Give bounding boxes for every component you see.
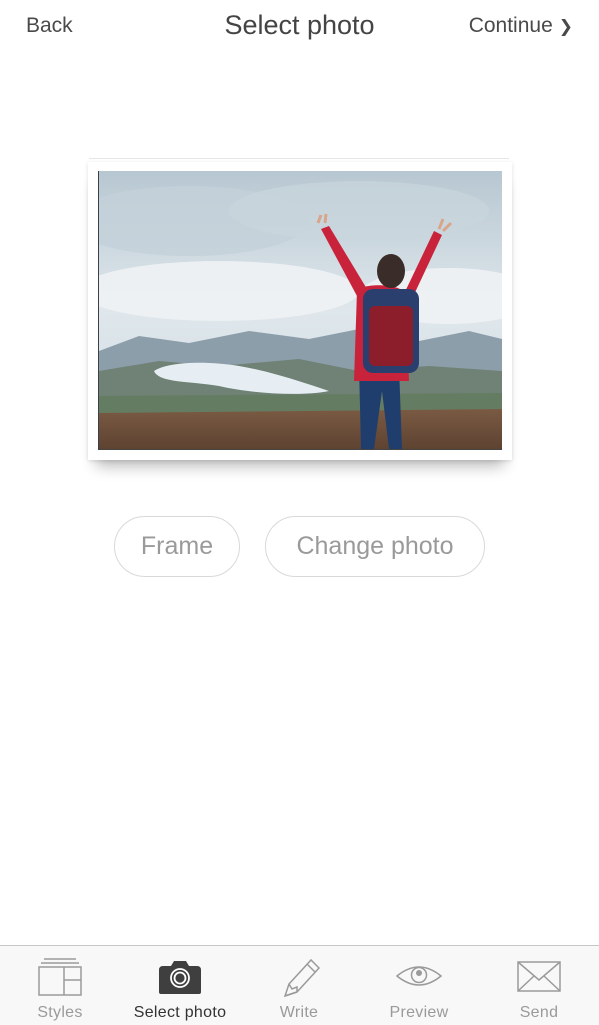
cloud (229, 181, 489, 241)
envelope-icon (479, 956, 599, 996)
tab-label: Write (279, 1004, 319, 1021)
tab-preview[interactable]: Preview (359, 946, 479, 1025)
tab-label: Preview (389, 1004, 449, 1021)
continue-label: Continue (468, 14, 553, 37)
tab-label: Send (519, 1004, 559, 1021)
tab-write[interactable]: Write (239, 946, 359, 1025)
selected-photo[interactable] (98, 171, 502, 450)
styles-layout-icon (0, 956, 120, 996)
photo-card (88, 162, 512, 460)
tab-bar: Styles Select photo Write Preview Send (0, 945, 599, 1025)
summit-ground (99, 409, 502, 449)
chevron-right-icon: ❯ (558, 16, 573, 36)
eye-icon (359, 956, 479, 996)
frame-button[interactable]: Frame (114, 516, 240, 577)
tab-label: Styles (37, 1004, 83, 1021)
back-button[interactable]: Back (26, 14, 73, 38)
change-photo-button[interactable]: Change photo (265, 516, 485, 577)
pencil-icon (239, 956, 359, 998)
tab-styles[interactable]: Styles (0, 946, 120, 1025)
card-divider (89, 158, 509, 159)
tab-send[interactable]: Send (479, 946, 599, 1025)
navigation-bar: Back Select photo Continue ❯ (0, 0, 599, 56)
tab-select-photo[interactable]: Select photo (120, 946, 240, 1025)
tab-label: Select photo (133, 1004, 227, 1021)
continue-button[interactable]: Continue ❯ (469, 14, 573, 38)
camera-icon (120, 956, 240, 996)
photo-illustration (99, 171, 502, 449)
